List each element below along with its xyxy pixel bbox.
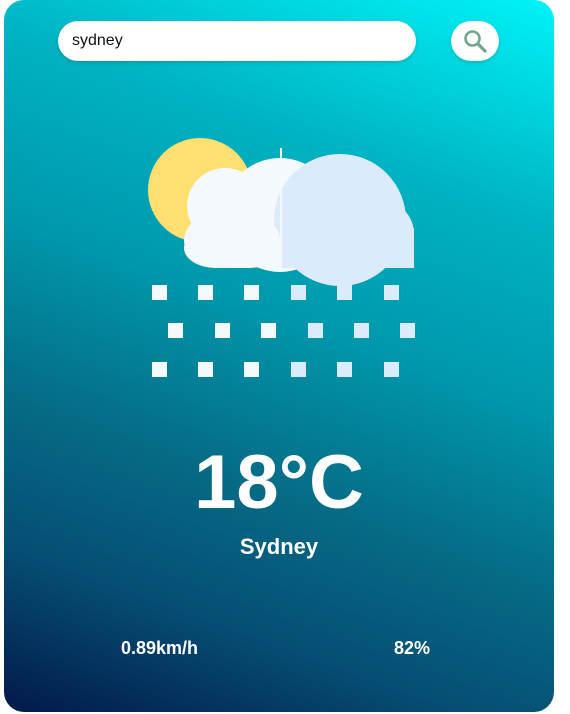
snowflake xyxy=(198,362,213,377)
humidity-value: 82% xyxy=(394,638,431,658)
snowflake xyxy=(198,285,213,300)
snowflake xyxy=(291,285,306,300)
wind-speed: 0.89km/h xyxy=(121,638,199,658)
snowflake xyxy=(152,362,167,377)
snowflake xyxy=(291,362,306,377)
search-input[interactable] xyxy=(58,21,416,61)
cloud-shape xyxy=(184,148,414,286)
search-icon xyxy=(464,30,487,53)
snow-cloud-sun-icon xyxy=(148,138,415,377)
snowflake xyxy=(400,323,415,338)
temperature-value: 18°C xyxy=(194,440,364,525)
snowflakes xyxy=(152,285,415,377)
snowflake xyxy=(152,285,167,300)
snowflake xyxy=(244,285,259,300)
weather-card: 18°C Sydney 0.89km/h 82% xyxy=(4,0,554,712)
snowflake xyxy=(244,362,259,377)
snowflake xyxy=(215,323,230,338)
snowflake xyxy=(308,323,323,338)
snowflake xyxy=(384,285,399,300)
city-name: Sydney xyxy=(239,534,319,559)
snowflake xyxy=(337,285,352,300)
search-button[interactable] xyxy=(451,21,499,61)
snowflake xyxy=(168,323,183,338)
snowflake xyxy=(261,323,276,338)
snowflake xyxy=(337,362,352,377)
snowflake xyxy=(354,323,369,338)
snowflake xyxy=(384,362,399,377)
